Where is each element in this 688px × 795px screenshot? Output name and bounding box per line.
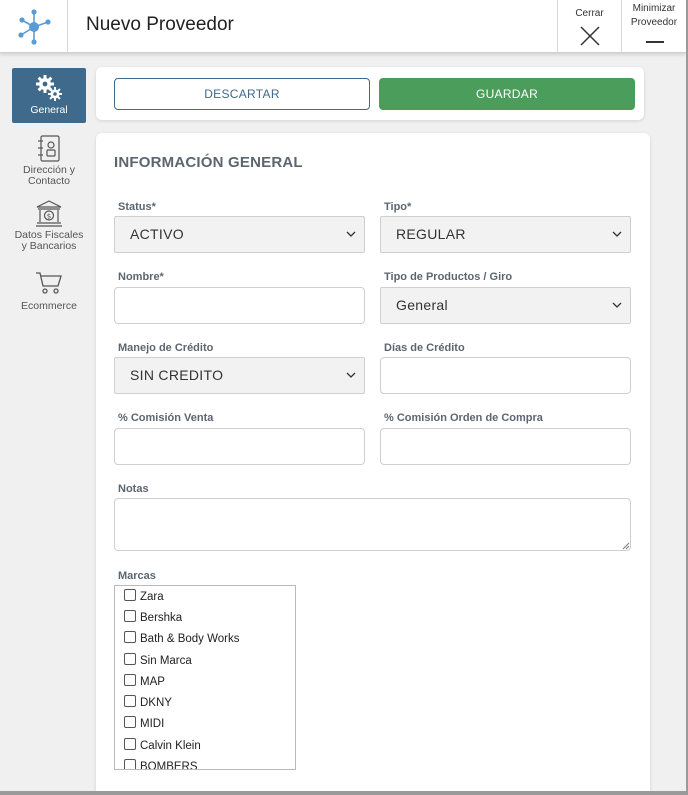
status-label: Status* xyxy=(118,201,156,213)
close-button[interactable]: Cerrar xyxy=(557,0,621,53)
list-item[interactable]: BOMBERS xyxy=(124,757,198,770)
tipo-productos-value: General xyxy=(396,297,448,313)
tipo-productos-label: Tipo de Productos / Giro xyxy=(384,271,513,283)
notas-label: Notas xyxy=(118,483,149,495)
resize-grip-icon[interactable] xyxy=(622,542,630,550)
comision-venta-input[interactable] xyxy=(114,428,365,465)
dias-credito-label: Días de Crédito xyxy=(384,342,465,354)
checkbox[interactable] xyxy=(124,758,136,769)
discard-button[interactable]: DESCARTAR xyxy=(114,78,370,110)
list-item[interactable]: Bath & Body Works xyxy=(124,629,240,649)
list-item[interactable]: Calvin Klein xyxy=(124,736,201,756)
svg-text:$: $ xyxy=(47,213,51,221)
list-item[interactable]: Zara xyxy=(124,587,164,607)
network-logo-icon xyxy=(17,8,51,45)
chevron-down-icon xyxy=(346,372,356,378)
list-item[interactable]: MAP xyxy=(124,672,165,692)
brand-label: Bershka xyxy=(140,612,183,624)
sidebar-item-general[interactable]: General xyxy=(12,68,86,123)
brand-label: BOMBERS xyxy=(140,761,198,770)
status-select[interactable]: ACTIVO xyxy=(114,216,365,253)
manejo-credito-label: Manejo de Crédito xyxy=(118,342,214,354)
brand-label: Bath & Body Works xyxy=(140,633,240,645)
list-item[interactable]: DKNY xyxy=(124,693,172,713)
close-label: Cerrar xyxy=(575,8,604,19)
logo xyxy=(0,0,68,53)
general-info-card: INFORMACIÓN GENERAL Status* ACTIVO Tipo*… xyxy=(96,133,650,791)
checkbox[interactable] xyxy=(124,652,136,665)
sidebar-item-direccion[interactable]: Dirección y Contacto xyxy=(12,135,86,187)
list-item[interactable]: Bershka xyxy=(124,608,182,628)
marcas-list[interactable]: Zara Bershka Bath & Body Works Sin Marca… xyxy=(114,585,296,770)
dias-credito-input[interactable] xyxy=(380,357,631,394)
brand-label: MAP xyxy=(140,676,165,688)
action-bar: DESCARTAR GUARDAR xyxy=(96,67,644,120)
tipo-value: REGULAR xyxy=(396,226,466,242)
comision-orden-input[interactable] xyxy=(380,428,631,465)
chevron-down-icon xyxy=(346,231,356,237)
manejo-credito-value: SIN CREDITO xyxy=(130,367,224,383)
checkbox[interactable] xyxy=(124,673,136,686)
brand-label: Zara xyxy=(140,591,164,603)
brand-label: MIDI xyxy=(140,718,165,730)
nombre-label: Nombre* xyxy=(118,271,164,283)
brand-label: Sin Marca xyxy=(140,655,192,667)
sidebar-item-label: y Bancarios xyxy=(21,240,77,252)
notas-textarea[interactable] xyxy=(114,498,631,551)
sidebar: General Dirección y Contacto $ Datos Fis… xyxy=(0,53,96,791)
brand-label: Calvin Klein xyxy=(140,740,201,752)
address-book-icon xyxy=(38,135,60,162)
minimize-button[interactable]: Minimizar Proveedor xyxy=(621,0,686,53)
tipo-select[interactable]: REGULAR xyxy=(380,216,631,253)
minimize-label-2: Proveedor xyxy=(630,17,678,28)
chevron-down-icon xyxy=(612,302,622,308)
marcas-label: Marcas xyxy=(118,570,156,582)
checkbox[interactable] xyxy=(124,630,136,643)
chevron-down-icon xyxy=(612,231,622,237)
section-title: INFORMACIÓN GENERAL xyxy=(114,154,303,171)
sidebar-item-label: Ecommerce xyxy=(20,300,77,312)
bank-icon: $ xyxy=(36,200,62,227)
sidebar-item-ecommerce[interactable]: Ecommerce xyxy=(12,271,86,312)
header-bar: Nuevo Proveedor Cerrar Minimizar Proveed… xyxy=(0,0,686,53)
minimize-label: Minimizar xyxy=(632,3,676,14)
minimize-icon xyxy=(646,41,664,43)
page-title: Nuevo Proveedor xyxy=(86,14,234,35)
comision-venta-label: % Comisión Venta xyxy=(118,412,214,424)
sidebar-item-datos-fiscales[interactable]: $ Datos Fiscales y Bancarios xyxy=(12,200,86,252)
checkbox[interactable] xyxy=(124,588,136,601)
brand-label: DKNY xyxy=(140,697,172,709)
gears-icon xyxy=(36,75,62,101)
nombre-input[interactable] xyxy=(114,287,365,324)
tipo-label: Tipo* xyxy=(384,201,412,213)
checkbox[interactable] xyxy=(124,737,136,750)
checkbox[interactable] xyxy=(124,609,136,622)
app-frame: Nuevo Proveedor Cerrar Minimizar Proveed… xyxy=(0,0,688,795)
checkbox[interactable] xyxy=(124,694,136,707)
status-value: ACTIVO xyxy=(130,226,184,242)
manejo-credito-select[interactable]: SIN CREDITO xyxy=(114,357,365,394)
save-button[interactable]: GUARDAR xyxy=(379,78,635,110)
sidebar-item-label: General xyxy=(30,104,68,116)
checkbox[interactable] xyxy=(124,715,136,728)
cart-icon xyxy=(36,272,62,294)
list-item[interactable]: MIDI xyxy=(124,714,164,734)
list-item[interactable]: Sin Marca xyxy=(124,651,192,671)
sidebar-item-label: Contacto xyxy=(27,175,71,187)
comision-orden-label: % Comisión Orden de Compra xyxy=(384,412,543,424)
tipo-productos-select[interactable]: General xyxy=(380,287,631,324)
close-icon xyxy=(579,26,600,46)
